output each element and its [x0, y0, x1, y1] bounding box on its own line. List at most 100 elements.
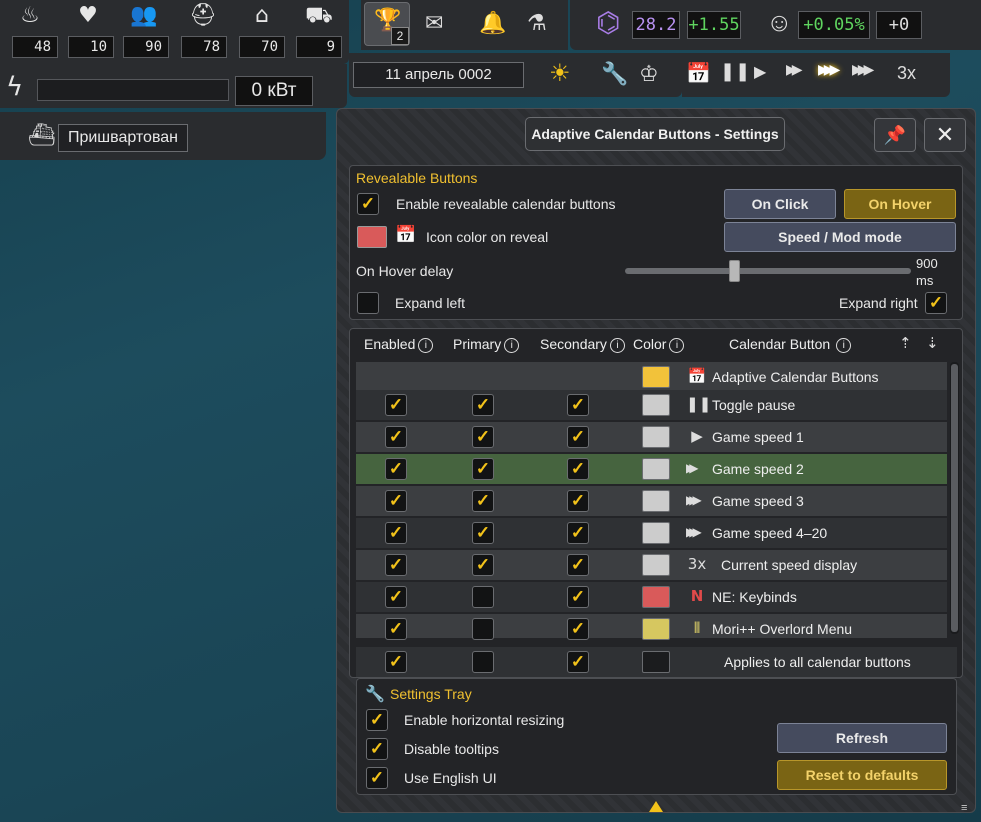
speed-controls: 📅 ❚❚ ▶ ▶▶ ▶▶▶ ▶▶▶ 3x: [682, 53, 950, 97]
all-enabled-checkbox[interactable]: ✓: [385, 651, 407, 673]
fastest-forward-icon[interactable]: ▶▶▶: [852, 62, 874, 78]
info-icon[interactable]: i: [836, 338, 852, 353]
all-secondary-checkbox[interactable]: ✓: [567, 651, 589, 673]
row-color-swatch[interactable]: [642, 554, 670, 576]
collapse-arrow-icon[interactable]: [649, 801, 663, 812]
row-primary-checkbox[interactable]: ✓: [472, 490, 494, 512]
row-color-swatch[interactable]: [642, 618, 670, 640]
row-secondary-checkbox[interactable]: ✓: [567, 490, 589, 512]
row-enabled-checkbox[interactable]: ✓: [385, 426, 407, 448]
header-enabled-label: Enabled: [364, 336, 416, 352]
research-icon[interactable]: ⌬: [596, 6, 620, 39]
info-icon[interactable]: i: [418, 338, 434, 353]
table-scrollbar[interactable]: [950, 362, 959, 634]
bell-icon[interactable]: 🔔: [479, 10, 506, 36]
approval-extra: +0: [876, 11, 922, 39]
header-secondary-label: Secondary: [540, 336, 607, 352]
row-enabled-checkbox[interactable]: ✓: [385, 618, 407, 640]
row-button-name: Game speed 1: [712, 429, 804, 445]
header-calendar-button: Calendar Button i: [729, 336, 852, 353]
row-enabled-checkbox[interactable]: ✓: [385, 522, 407, 544]
row-enabled-checkbox[interactable]: ✓: [385, 554, 407, 576]
hover-delay-track[interactable]: [625, 268, 911, 274]
table-row: ✓ ✓ ⦀ Mori++ Overlord Menu: [356, 614, 947, 640]
info-icon[interactable]: i: [609, 338, 625, 353]
enable-revealable-checkbox[interactable]: ✓: [357, 193, 379, 215]
wrench-icon[interactable]: 🔧: [601, 61, 628, 87]
sort-down-icon[interactable]: ⇣: [926, 334, 939, 352]
mail-icon[interactable]: ✉: [425, 10, 443, 36]
row-secondary-checkbox[interactable]: ✓: [567, 618, 589, 640]
row-primary-checkbox[interactable]: ✓: [472, 554, 494, 576]
sleep-icon[interactable]: ⛟: [302, 2, 336, 30]
all-color-swatch[interactable]: [642, 651, 670, 673]
icon-color-swatch[interactable]: [357, 226, 387, 248]
fast-forward-icon[interactable]: ▶▶: [786, 62, 802, 78]
horizontal-resize-checkbox[interactable]: ✓: [366, 709, 388, 731]
row-secondary-checkbox[interactable]: ✓: [567, 426, 589, 448]
row-primary-checkbox[interactable]: ✓: [472, 522, 494, 544]
speed-mod-button[interactable]: Speed / Mod mode: [724, 222, 956, 252]
on-click-button[interactable]: On Click: [724, 189, 836, 219]
trophy-button[interactable]: 🏆 2: [364, 2, 410, 46]
pause-icon[interactable]: ❚❚: [720, 61, 750, 82]
resize-grip-icon[interactable]: ≡: [961, 802, 967, 814]
row-secondary-checkbox[interactable]: ✓: [567, 554, 589, 576]
workers-icon[interactable]: ⛑: [186, 2, 220, 30]
row-primary-checkbox[interactable]: ✓: [472, 426, 494, 448]
row-color-swatch[interactable]: [642, 394, 670, 416]
sort-up-icon[interactable]: ⇡: [899, 334, 912, 352]
row-color-swatch[interactable]: [642, 490, 670, 512]
all-primary-checkbox[interactable]: [472, 651, 494, 673]
ship-status: Пришвартован: [58, 124, 188, 152]
ship-icon[interactable]: ⛴: [28, 122, 56, 148]
row-enabled-checkbox[interactable]: ✓: [385, 586, 407, 608]
housing-icon[interactable]: ⌂: [245, 2, 279, 30]
chef-hat-icon[interactable]: ♔: [639, 61, 659, 87]
row-color-swatch[interactable]: [642, 522, 670, 544]
disable-tooltips-checkbox[interactable]: ✓: [366, 738, 388, 760]
power-value: 0 кВт: [235, 76, 313, 106]
expand-left-checkbox[interactable]: [357, 292, 379, 314]
row-color-swatch[interactable]: [642, 366, 670, 388]
expand-right-checkbox[interactable]: ✓: [925, 292, 947, 314]
reset-defaults-button[interactable]: Reset to defaults: [777, 760, 947, 790]
row-secondary-checkbox[interactable]: ✓: [567, 394, 589, 416]
pin-button[interactable]: 📌: [874, 118, 916, 152]
close-button[interactable]: ✕: [924, 118, 966, 152]
row-secondary-checkbox[interactable]: ✓: [567, 522, 589, 544]
info-icon[interactable]: i: [504, 338, 520, 353]
on-hover-button[interactable]: On Hover: [844, 189, 956, 219]
english-ui-checkbox[interactable]: ✓: [366, 767, 388, 789]
row-enabled-checkbox[interactable]: ✓: [385, 490, 407, 512]
row-color-swatch[interactable]: [642, 586, 670, 608]
scrollbar-thumb[interactable]: [951, 364, 958, 632]
row-secondary-checkbox[interactable]: ✓: [567, 458, 589, 480]
play-icon[interactable]: ▶: [754, 62, 766, 81]
info-icon[interactable]: i: [669, 338, 685, 353]
row-enabled-checkbox[interactable]: ✓: [385, 458, 407, 480]
disable-tooltips-label: Disable tooltips: [404, 741, 499, 757]
health-icon[interactable]: ♥: [71, 2, 105, 30]
row-color-swatch[interactable]: [642, 426, 670, 448]
approval-icon[interactable]: ☺: [766, 7, 793, 38]
food-icon[interactable]: ♨: [13, 2, 47, 30]
sun-icon[interactable]: ☀: [549, 59, 571, 88]
row-enabled-checkbox[interactable]: ✓: [385, 394, 407, 416]
hover-delay-thumb[interactable]: [728, 260, 740, 282]
row-secondary-checkbox[interactable]: ✓: [567, 586, 589, 608]
date-display: 11 апрель 0002: [353, 62, 524, 88]
row-primary-checkbox[interactable]: ✓: [472, 458, 494, 480]
row-button-name: Current speed display: [721, 557, 858, 573]
row-primary-checkbox[interactable]: ✓: [472, 394, 494, 416]
fast-forward-icon: ▶▶: [686, 461, 698, 475]
flask-icon[interactable]: ⚗: [527, 10, 547, 36]
population-icon[interactable]: 👥: [127, 2, 161, 30]
row-primary-checkbox[interactable]: [472, 618, 494, 640]
refresh-button[interactable]: Refresh: [777, 723, 947, 753]
row-color-swatch[interactable]: [642, 458, 670, 480]
row-button-name: Mori++ Overlord Menu: [712, 621, 853, 637]
row-primary-checkbox[interactable]: [472, 586, 494, 608]
calendar-icon[interactable]: 📅: [686, 61, 711, 86]
faster-forward-icon[interactable]: ▶▶▶: [818, 62, 840, 78]
